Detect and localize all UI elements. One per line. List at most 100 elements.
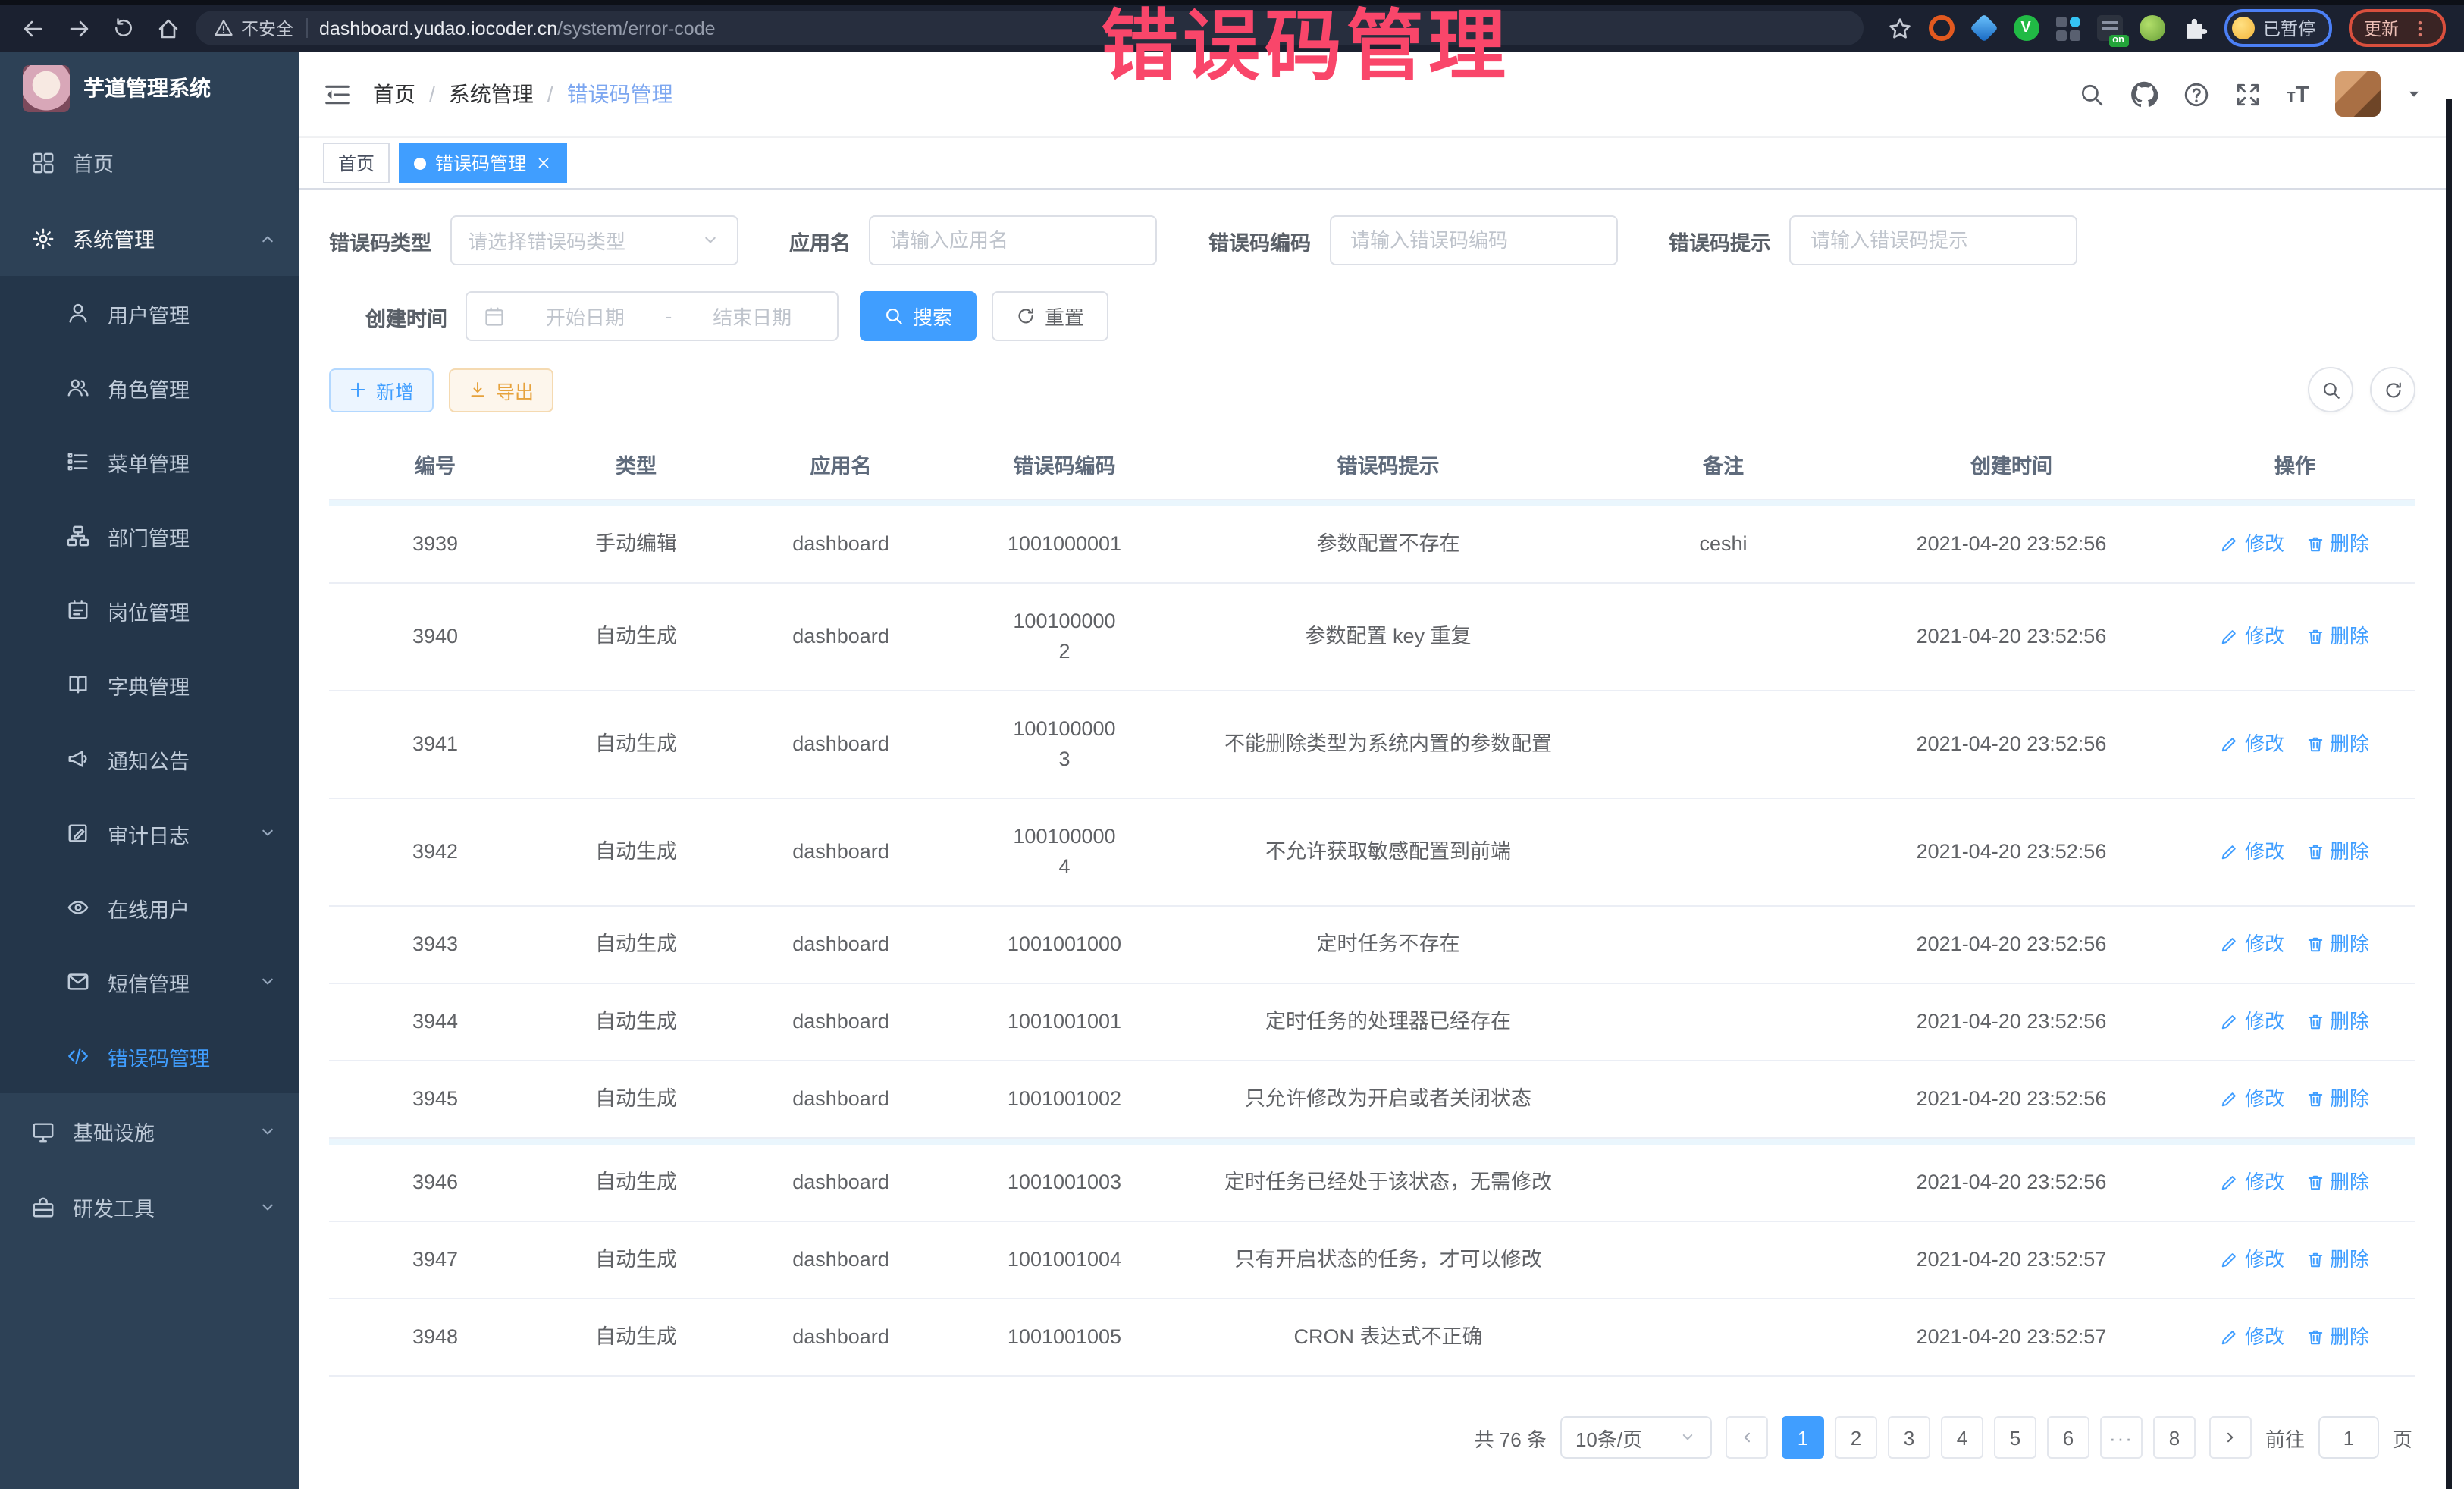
date-range-picker[interactable]: 开始日期 - 结束日期 — [466, 291, 839, 341]
cell-id: 3939 — [329, 506, 541, 582]
page-button-5[interactable]: 5 — [1994, 1416, 2036, 1459]
goto-page-input[interactable] — [2318, 1416, 2379, 1459]
breadcrumb-system[interactable]: 系统管理 — [449, 79, 534, 109]
prev-page-button[interactable] — [1726, 1416, 1768, 1459]
help-icon[interactable] — [2184, 81, 2210, 107]
cell-app-name: dashboard — [731, 599, 951, 675]
app-name-input[interactable] — [887, 227, 1139, 253]
reload-icon[interactable] — [112, 17, 135, 39]
edit-link[interactable]: 修改 — [2221, 837, 2284, 867]
extensions-puzzle-icon[interactable] — [2181, 15, 2207, 41]
refresh-table-button[interactable] — [2370, 367, 2415, 412]
sidebar-item-sms[interactable]: 短信管理 — [0, 945, 299, 1019]
avatar[interactable] — [2335, 71, 2381, 117]
edit-link[interactable]: 修改 — [2221, 1007, 2284, 1037]
page-button-3[interactable]: 3 — [1888, 1416, 1930, 1459]
sidebar-item-error-code[interactable]: 错误码管理 — [0, 1019, 299, 1093]
page-button-2[interactable]: 2 — [1835, 1416, 1877, 1459]
sidebar-item-notices[interactable]: 通知公告 — [0, 722, 299, 796]
sidebar-item-posts[interactable]: 岗位管理 — [0, 573, 299, 647]
font-size-icon[interactable]: TT — [2287, 81, 2309, 107]
page-size-select[interactable]: 10条/页 — [1560, 1416, 1712, 1459]
extension-icon-adblock[interactable]: on — [2096, 15, 2122, 41]
sidebar-item-label: 字典管理 — [108, 669, 277, 700]
trash-icon — [2306, 1013, 2324, 1031]
delete-link[interactable]: 删除 — [2306, 622, 2369, 652]
page-button-4[interactable]: 4 — [1941, 1416, 1983, 1459]
fullscreen-icon[interactable] — [2236, 81, 2262, 107]
search-button[interactable]: 搜索 — [860, 291, 977, 341]
edit-link[interactable]: 修改 — [2221, 1245, 2284, 1275]
browser-update-button[interactable]: 更新 — [2349, 9, 2446, 47]
page-button-1[interactable]: 1 — [1782, 1416, 1824, 1459]
browser-menu-icon[interactable] — [2409, 17, 2431, 39]
delete-link[interactable]: 删除 — [2306, 837, 2369, 867]
sidebar-fold-icon[interactable] — [323, 80, 352, 108]
toggle-search-button[interactable] — [2308, 367, 2353, 412]
forward-icon[interactable] — [67, 16, 91, 40]
goto-label: 前往 — [2265, 1423, 2305, 1452]
export-button[interactable]: 导出 — [449, 368, 553, 412]
page-button-6[interactable]: 6 — [2047, 1416, 2089, 1459]
delete-link[interactable]: 删除 — [2306, 729, 2369, 760]
page-button-8[interactable]: 8 — [2153, 1416, 2196, 1459]
extension-icon-green[interactable] — [2139, 15, 2165, 41]
delete-link[interactable]: 删除 — [2306, 1245, 2369, 1275]
error-msg-input[interactable] — [1807, 227, 2059, 253]
reset-button[interactable]: 重置 — [992, 291, 1108, 341]
edit-link[interactable]: 修改 — [2221, 529, 2284, 560]
sidebar-item-menus[interactable]: 菜单管理 — [0, 425, 299, 499]
sidebar-item-system[interactable]: 系统管理 — [0, 200, 299, 276]
pager-ellipsis[interactable]: ··· — [2100, 1416, 2143, 1459]
sidebar-item-infrastructure[interactable]: 基础设施 — [0, 1093, 299, 1169]
delete-link[interactable]: 删除 — [2306, 929, 2369, 960]
delete-link[interactable]: 删除 — [2306, 1007, 2369, 1037]
error-code-input[interactable] — [1347, 227, 1599, 253]
back-icon[interactable] — [21, 16, 45, 40]
active-tab-dot — [414, 157, 426, 169]
sidebar-item-online-users[interactable]: 在线用户 — [0, 870, 299, 945]
security-chip[interactable]: 不安全 — [214, 16, 293, 40]
delete-link[interactable]: 删除 — [2306, 1084, 2369, 1114]
add-button[interactable]: 新增 — [329, 368, 434, 412]
next-page-button[interactable] — [2209, 1416, 2252, 1459]
bookmark-star-icon[interactable] — [1887, 16, 1911, 40]
edit-link[interactable]: 修改 — [2221, 1084, 2284, 1114]
trash-icon — [2306, 628, 2324, 646]
tab-home[interactable]: 首页 — [323, 143, 390, 183]
edit-link[interactable]: 修改 — [2221, 1168, 2284, 1198]
sidebar-item-audit-log[interactable]: 审计日志 — [0, 796, 299, 870]
close-tab-icon[interactable] — [535, 155, 552, 171]
extension-icon-grid[interactable] — [2055, 16, 2080, 40]
tab-error-code[interactable]: 错误码管理 — [399, 143, 567, 183]
github-icon[interactable] — [2131, 80, 2158, 108]
address-bar[interactable]: 不安全 dashboard.yudao.iocoder.cn/system/er… — [196, 11, 1863, 45]
delete-link[interactable]: 删除 — [2306, 1168, 2369, 1198]
browser-profile-chip[interactable]: 已暂停 — [2224, 9, 2332, 47]
delete-link[interactable]: 删除 — [2306, 1322, 2369, 1353]
avatar-caret-icon[interactable] — [2406, 86, 2422, 102]
home-icon[interactable] — [156, 16, 180, 40]
sidebar-item-roles[interactable]: 角色管理 — [0, 350, 299, 425]
extension-icon-vue-devtools[interactable]: V — [2013, 15, 2039, 41]
sidebar-item-devtools[interactable]: 研发工具 — [0, 1169, 299, 1245]
extension-icon-orange[interactable] — [1928, 15, 1954, 41]
cell-ops: 修改 删除 — [2174, 984, 2415, 1060]
sidebar-item-departments[interactable]: 部门管理 — [0, 499, 299, 573]
table-row: 3942 自动生成 dashboard 100100000 4 不允许获取敏感配… — [329, 799, 2415, 907]
edit-link[interactable]: 修改 — [2221, 729, 2284, 760]
delete-link[interactable]: 删除 — [2306, 529, 2369, 560]
sidebar-item-home[interactable]: 首页 — [0, 124, 299, 200]
error-type-select[interactable]: 请选择错误码类型 — [450, 215, 738, 265]
sidebar-item-users[interactable]: 用户管理 — [0, 276, 299, 350]
sidebar-item-dictionary[interactable]: 字典管理 — [0, 647, 299, 722]
breadcrumb-home[interactable]: 首页 — [373, 79, 415, 109]
edit-link[interactable]: 修改 — [2221, 1322, 2284, 1353]
search-icon[interactable] — [2080, 81, 2105, 107]
cell-error-message: 参数配置不存在 — [1178, 506, 1598, 582]
filter-app-label: 应用名 — [789, 225, 851, 255]
range-separator: - — [666, 305, 672, 328]
edit-link[interactable]: 修改 — [2221, 622, 2284, 652]
edit-link[interactable]: 修改 — [2221, 929, 2284, 960]
extension-icon-gem[interactable] — [1969, 14, 1998, 42]
